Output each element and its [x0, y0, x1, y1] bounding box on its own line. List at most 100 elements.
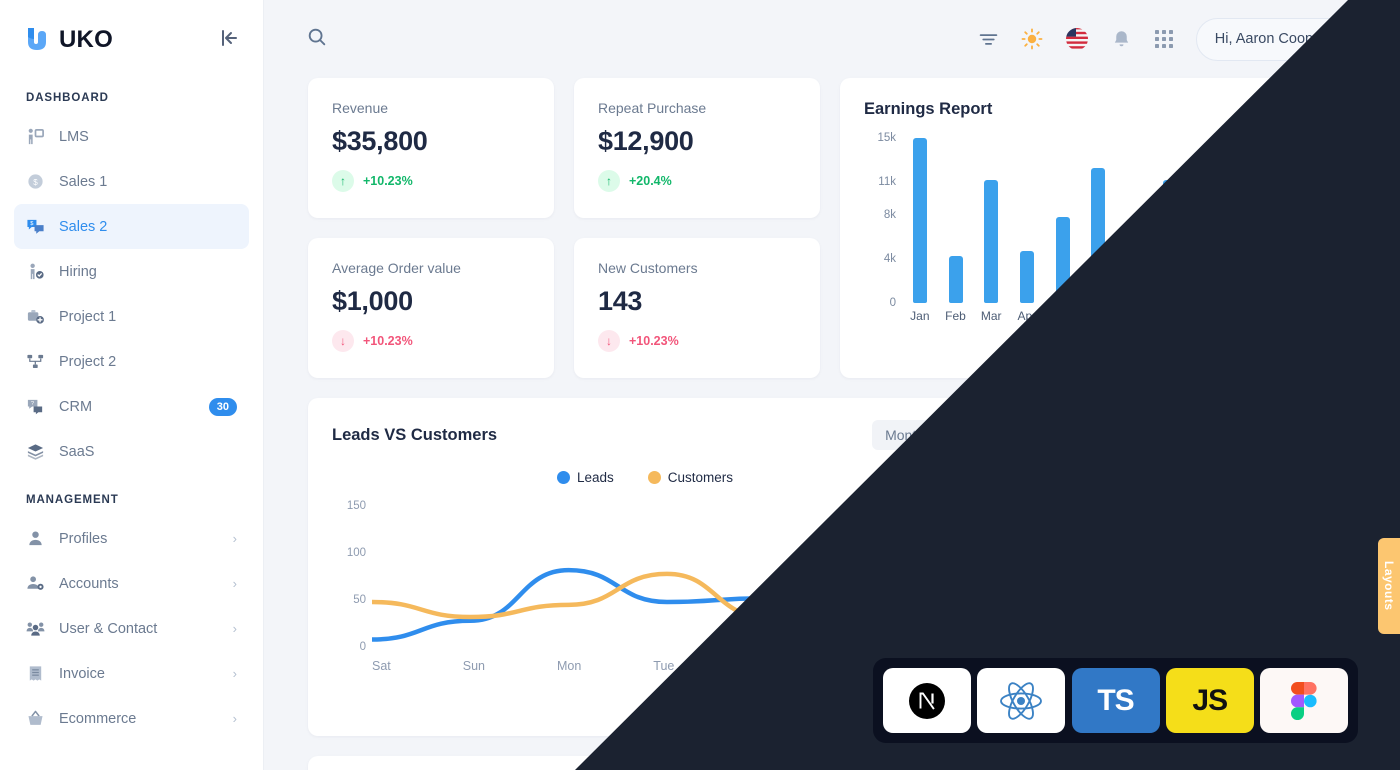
sidebar-item-sales-1[interactable]: $ Sales 1: [14, 159, 249, 204]
bar[interactable]: [1126, 270, 1141, 303]
sitemap-icon: [26, 352, 52, 371]
stat-delta-value: +10.23%: [363, 334, 413, 348]
stat-delta-value: +20.4%: [629, 174, 672, 188]
sidebar-item-sales-2[interactable]: $ Sales 2: [14, 204, 249, 249]
leads-header: Leads VS Customers Month: [332, 420, 958, 450]
typescript-label: TS: [1097, 683, 1134, 717]
tech-stack-strip: TS JS: [873, 658, 1358, 743]
stat-cards: Revenue $35,800 ↑ +10.23% Repeat Purchas…: [308, 78, 820, 378]
react-logo[interactable]: [977, 668, 1066, 733]
bar[interactable]: [1269, 242, 1284, 303]
bar[interactable]: [1198, 217, 1213, 303]
javascript-logo[interactable]: JS: [1165, 668, 1254, 733]
sidebar-item-label: Sales 2: [59, 218, 108, 235]
sidebar-item-saas[interactable]: SaaS: [14, 429, 249, 474]
bar-y-tick: 0: [889, 297, 896, 309]
svg-text:$: $: [33, 178, 38, 187]
bar[interactable]: [1019, 251, 1034, 303]
bar-y-tick: 11k: [878, 176, 896, 189]
stat-title: Repeat Purchase: [598, 100, 707, 116]
stat-title: New Customers: [598, 260, 698, 276]
user-menu[interactable]: Hi, Aaron Cooper: [1195, 17, 1374, 61]
project-status-title: Project Status: [1127, 420, 1235, 437]
bar[interactable]: [1305, 138, 1320, 303]
bar[interactable]: [912, 138, 927, 303]
sun-icon[interactable]: [1021, 28, 1043, 50]
sidebar-item-accounts[interactable]: Accounts ›: [14, 561, 249, 606]
leads-range-dropdown[interactable]: Month: [872, 420, 958, 450]
sidebar-item-profiles[interactable]: Profiles ›: [14, 516, 249, 561]
bar-chart-y-axis: 0 4k 8k 11k 15k: [864, 132, 896, 309]
search-icon[interactable]: [306, 26, 328, 53]
brand-name: UKO: [59, 26, 113, 53]
sidebar-item-project-2[interactable]: Project 2: [14, 339, 249, 384]
user-icon: [26, 529, 52, 548]
stat-delta: ↑ +20.4%: [598, 170, 796, 192]
nextjs-logo[interactable]: [883, 668, 971, 733]
typescript-logo[interactable]: TS: [1071, 668, 1160, 733]
stat-delta: ↓ +10.23%: [332, 330, 530, 352]
stat-card-average-order-value[interactable]: Average Order value $1,000 ↓ +10.23%: [308, 238, 554, 378]
project-status-donut: Avg Range 140: [1065, 454, 1297, 686]
stat-delta-value: +10.23%: [629, 334, 679, 348]
grid-apps-icon[interactable]: [1154, 29, 1174, 49]
sidebar-item-hiring[interactable]: Hiring: [14, 249, 249, 294]
bar-chart-bars: [902, 133, 1330, 303]
figma-logo[interactable]: [1260, 668, 1348, 733]
sidebar-item-invoice[interactable]: Invoice ›: [14, 651, 249, 696]
bar-slot: [1152, 133, 1188, 303]
sidebar-section-management-label: MANAGEMENT: [26, 494, 119, 506]
earnings-range-dropdown[interactable]: Month: [1267, 102, 1330, 118]
sidebar-item-ecommerce[interactable]: Ecommerce ›: [14, 696, 249, 741]
stat-card-repeat-purchase[interactable]: Repeat Purchase $12,900 ↑ +20.4%: [574, 78, 820, 218]
us-flag-icon[interactable]: [1065, 27, 1089, 51]
bell-icon[interactable]: [1111, 29, 1132, 50]
brand-logo[interactable]: UKO: [24, 25, 113, 55]
coin-dollar-icon: $: [26, 172, 52, 191]
sidebar-item-project-1[interactable]: Project 1: [14, 294, 249, 339]
topbar: Hi, Aaron Cooper: [264, 0, 1400, 78]
sidebar-item-user-contact[interactable]: User & Contact ›: [14, 606, 249, 651]
bar-x-tick: Jan: [910, 309, 930, 323]
legend-item-leads: Leads: [556, 470, 614, 485]
earnings-bar-chart: 0 4k 8k 11k 15k Jan Feb Mar Apr May Jun Jul Aug Sep O…: [864, 132, 1330, 333]
line-x-tick: Tue: [653, 659, 675, 673]
sidebar-item-lms[interactable]: LMS: [14, 114, 249, 159]
bar-x-tick: Aug: [1158, 309, 1181, 323]
bar[interactable]: [948, 255, 963, 303]
donut-segment[interactable]: [1065, 577, 1150, 672]
stat-card-revenue[interactable]: Revenue $35,800 ↑ +10.23%: [308, 78, 554, 218]
bar[interactable]: [1233, 195, 1248, 303]
line-x-tick: Sun: [462, 659, 485, 673]
legend-label-leads: Leads: [576, 470, 614, 485]
stat-card-new-customers[interactable]: New Customers 143 ↓ +10.23%: [574, 238, 820, 378]
line-x-tick: Thu: [843, 659, 866, 673]
bar[interactable]: [1091, 168, 1106, 303]
bar-x-tick: Nov: [1265, 309, 1288, 323]
bar[interactable]: [1162, 180, 1177, 303]
sidebar-item-crm[interactable]: ? CRM 30: [14, 384, 249, 429]
bar[interactable]: [984, 180, 999, 303]
layers-icon: [26, 442, 52, 461]
bar-y-tick: 8k: [883, 209, 896, 222]
chevron-right-icon: ›: [232, 711, 237, 726]
bar-slot: [1294, 133, 1330, 303]
sales-chat-icon: $: [26, 217, 52, 236]
sidebar-item-label: Sales 1: [59, 173, 108, 190]
donut-center-value: 140: [1151, 560, 1211, 598]
layouts-tab[interactable]: Layouts: [1378, 538, 1400, 634]
donut-center-text: Avg Range 140: [1144, 541, 1218, 599]
earnings-header: Earnings Report Month: [864, 100, 1330, 119]
sidebar-item-label: SaaS: [59, 443, 95, 460]
bar[interactable]: [1055, 217, 1070, 303]
user-gear-icon: [26, 574, 52, 593]
arrow-down-icon: ↓: [598, 330, 620, 352]
bar-x-tick: Feb: [945, 309, 966, 323]
bar-chart-x-axis: Jan Feb Mar Apr May Jun Jul Aug Sep Oct Nov Dec: [902, 309, 1330, 323]
briefcase-plus-icon: [26, 307, 52, 326]
chevron-right-icon: ›: [232, 621, 237, 636]
collapse-left-icon[interactable]: [217, 26, 241, 55]
line-chart-x-axis: SatSunMonTueWedThuFri: [372, 659, 952, 673]
bar-slot: [1116, 133, 1152, 303]
filter-lines-icon[interactable]: [978, 29, 999, 50]
